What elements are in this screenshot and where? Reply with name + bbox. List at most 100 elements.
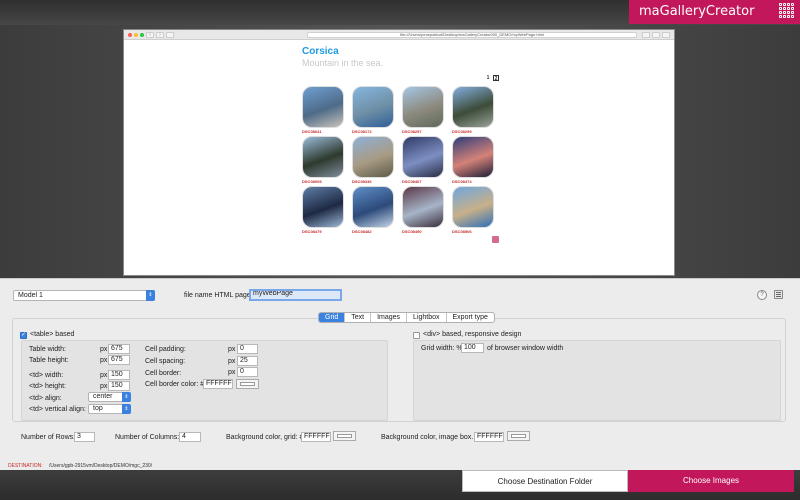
cell-padding-input[interactable]: 0 [237, 344, 258, 354]
share-icon[interactable] [642, 32, 650, 38]
thumbnail-image[interactable] [352, 136, 394, 178]
thumbnail-caption: DSC08005 [302, 179, 322, 184]
tabs-icon[interactable] [652, 32, 660, 38]
tab-images[interactable]: Images [370, 313, 406, 322]
thumbnail-caption: DSC08641 [302, 129, 322, 134]
table-based-checkbox[interactable]: ✓ [20, 332, 27, 339]
grid-width-suffix: of browser window width [487, 345, 564, 352]
add-tab-icon[interactable] [662, 32, 670, 38]
thumbnail-image[interactable] [452, 86, 494, 128]
td-valign-value: top [93, 405, 103, 412]
gallery-thumbnail[interactable]: DSC08336 [352, 136, 396, 186]
file-name-input[interactable]: myWebPage [249, 289, 342, 301]
address-bar[interactable]: file:///Users/peoepatlout/Desktop/maGall… [307, 32, 637, 38]
gallery-thumbnail[interactable]: DSC08474 [452, 136, 496, 186]
thumbnail-image[interactable] [452, 186, 494, 228]
tab-export-type[interactable]: Export type [445, 313, 494, 322]
file-name-label: file name HTML page: [184, 292, 253, 299]
gallery-thumbnail[interactable]: DSC08482 [352, 186, 396, 236]
browser-preview: ‹ › file:///Users/peoepatlout/Desktop/ma… [123, 29, 675, 276]
table-width-label: Table width: [29, 346, 66, 353]
back-icon[interactable]: ‹ [146, 32, 154, 38]
cell-border-color-swatch[interactable] [236, 379, 259, 389]
div-based-checkbox[interactable] [413, 332, 420, 339]
thumbnail-image[interactable] [402, 136, 444, 178]
settings-tabs: Grid Text Images Lightbox Export type [318, 312, 495, 323]
page-link-2[interactable]: 2 [493, 75, 499, 82]
rows-input[interactable]: 3 [74, 432, 95, 442]
model-select-value: Model 1 [18, 292, 43, 299]
page-subtitle: Mountain in the sea. [302, 58, 384, 68]
zoom-dot-icon[interactable] [140, 33, 144, 37]
thumbnail-image[interactable] [302, 86, 344, 128]
cell-padding-unit: px [228, 346, 236, 353]
bg-image-input[interactable]: FFFFFF [474, 432, 504, 442]
minimize-dot-icon[interactable] [134, 33, 138, 37]
thumbnail-caption: DSC08467 [402, 179, 422, 184]
thumbnail-caption: DSC08506 [452, 229, 472, 234]
gallery-thumbnail[interactable]: DSC08172 [352, 86, 396, 136]
grid-width-label: Grid width: % [421, 345, 463, 352]
sidebar-icon[interactable] [166, 32, 174, 38]
td-align-select[interactable]: center ⇕ [88, 392, 131, 402]
bg-grid-input[interactable]: FFFFFF [301, 432, 331, 442]
cell-border-label: Cell border: [145, 370, 182, 377]
thumbnail-caption: DSC08474 [452, 179, 472, 184]
cell-padding-label: Cell padding: [145, 346, 186, 353]
select-arrows-icon: ⇕ [122, 392, 131, 402]
help-button[interactable]: ? [757, 290, 767, 300]
thumbnail-image[interactable] [352, 86, 394, 128]
cell-spacing-input[interactable]: 25 [237, 356, 258, 366]
thumbnail-caption: DSC08490 [402, 229, 422, 234]
td-height-unit: px [100, 383, 108, 390]
td-width-unit: px [100, 372, 108, 379]
thumbnail-image[interactable] [302, 136, 344, 178]
table-height-label: Table height: [29, 357, 69, 364]
bg-image-swatch[interactable] [507, 431, 530, 441]
tab-lightbox[interactable]: Lightbox [406, 313, 445, 322]
forward-icon[interactable]: › [156, 32, 164, 38]
td-height-label: <td> height: [29, 383, 66, 390]
brand-banner: maGalleryCreator [629, 0, 800, 24]
tab-text[interactable]: Text [344, 313, 370, 322]
model-select[interactable]: Model 1 ⇕ [13, 290, 155, 301]
tab-grid[interactable]: Grid [319, 313, 345, 322]
td-width-input[interactable]: 150 [108, 370, 130, 380]
cell-border-unit: px [228, 369, 236, 376]
choose-images-button[interactable]: Choose Images [628, 470, 794, 492]
gallery-thumbnail[interactable]: DSC08467 [402, 136, 446, 186]
gallery-thumbnail[interactable]: DSC08005 [302, 136, 346, 186]
columns-input[interactable]: 4 [179, 432, 201, 442]
grid-width-input[interactable]: 100 [461, 343, 484, 353]
thumbnail-image[interactable] [402, 186, 444, 228]
td-width-label: <td> width: [29, 372, 64, 379]
page-link-1[interactable]: 1 [485, 75, 491, 81]
rows-label: Number of Rows: [21, 434, 76, 441]
td-valign-select[interactable]: top ⇕ [88, 404, 131, 414]
thumbnail-caption: DSC08257 [402, 129, 422, 134]
gallery-thumbnail[interactable]: DSC08641 [302, 86, 346, 136]
bg-grid-swatch[interactable] [333, 431, 356, 441]
thumbnail-image[interactable] [352, 186, 394, 228]
grid-logo-icon [779, 3, 794, 18]
thumbnail-image[interactable] [402, 86, 444, 128]
browser-nav: ‹ › [146, 32, 174, 38]
thumbnail-image[interactable] [302, 186, 344, 228]
cell-border-color-input[interactable]: FFFFFF [203, 379, 233, 389]
gallery-thumbnail[interactable]: DSC08295 [452, 86, 496, 136]
table-height-input[interactable]: 675 [108, 355, 130, 365]
gallery-thumbnail[interactable]: DSC08506 [452, 186, 496, 236]
choose-destination-button[interactable]: Choose Destination Folder [462, 470, 628, 492]
table-width-input[interactable]: 675 [108, 344, 130, 354]
browser-actions [642, 32, 670, 38]
td-align-value: center [93, 393, 113, 400]
gallery-thumbnail[interactable]: DSC08257 [402, 86, 446, 136]
td-height-input[interactable]: 150 [108, 381, 130, 391]
menu-button[interactable] [774, 290, 783, 299]
gallery-thumbnail[interactable]: DSC08479 [302, 186, 346, 236]
close-dot-icon[interactable] [128, 33, 132, 37]
thumbnail-image[interactable] [452, 136, 494, 178]
table-based-label: <table> based [30, 331, 75, 338]
gallery-thumbnail[interactable]: DSC08490 [402, 186, 446, 236]
cell-border-input[interactable]: 0 [237, 367, 258, 377]
